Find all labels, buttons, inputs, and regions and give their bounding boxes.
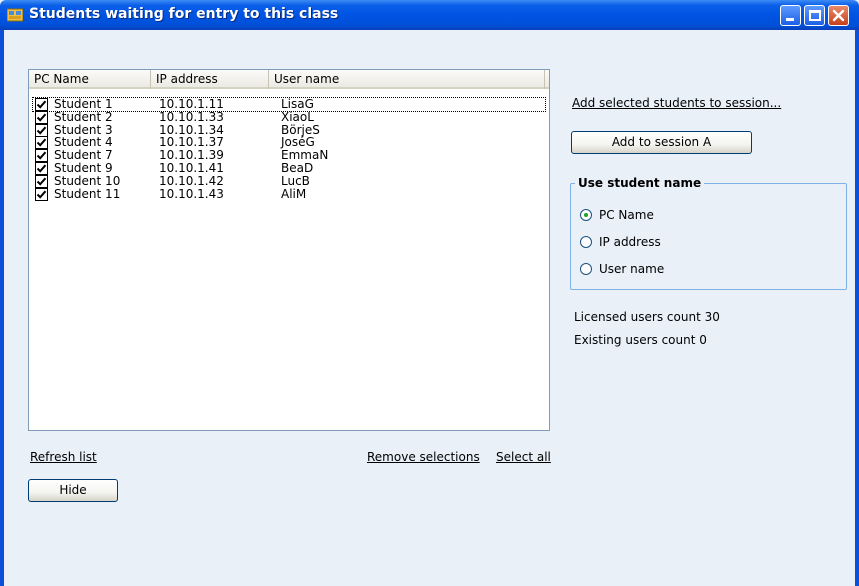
checkmark-icon	[36, 138, 47, 148]
cell-ip-address: 10.10.1.33	[159, 109, 224, 124]
maximize-button[interactable]	[804, 5, 825, 26]
column-header-ip-address[interactable]: IP address	[151, 70, 269, 89]
licensed-users-count: Licensed users count 30	[574, 310, 720, 324]
window-title: Students waiting for entry to this class	[29, 6, 339, 22]
table-row[interactable]: Student 11 10.10.1.43 AliM	[33, 186, 545, 201]
radio-button[interactable]	[580, 263, 592, 275]
row-checkbox[interactable]	[35, 149, 48, 163]
row-checkbox[interactable]	[35, 123, 48, 137]
checkmark-icon	[36, 190, 47, 199]
checkmark-icon	[36, 113, 47, 122]
window-frame-right	[855, 30, 859, 586]
cell-ip-address: 10.10.1.43	[159, 186, 224, 201]
checkmark-icon	[36, 151, 47, 160]
radio-button[interactable]	[580, 236, 592, 248]
radio-label: User name	[599, 262, 665, 276]
checkmark-icon	[36, 100, 47, 109]
add-to-session-button[interactable]: Add to session A	[571, 131, 752, 154]
checkmark-icon	[36, 177, 47, 186]
cell-ip-address: 10.10.1.42	[159, 173, 224, 188]
list-header: PC Name IP address User name	[29, 70, 549, 89]
close-button[interactable]	[828, 5, 849, 26]
minimize-icon	[786, 18, 794, 21]
column-header-pc-name[interactable]: PC Name	[29, 70, 151, 89]
table-row[interactable]: Student 10 10.10.1.42 LucB	[33, 173, 545, 188]
row-checkbox[interactable]	[35, 98, 48, 111]
student-list[interactable]: PC Name IP address User name Student 1 10…	[28, 69, 550, 431]
window-frame-left	[0, 30, 4, 586]
cell-user-name: LucB	[281, 173, 310, 188]
hide-button[interactable]: Hide	[28, 479, 118, 502]
app-icon	[6, 7, 24, 23]
close-icon	[829, 6, 848, 25]
checkmark-icon	[36, 164, 47, 173]
cell-user-name: XiaoL	[281, 109, 314, 124]
row-checkbox[interactable]	[35, 162, 48, 175]
radio-selected-dot	[584, 213, 588, 217]
radio-button[interactable]	[580, 209, 592, 221]
cell-pc-name: Student 2	[54, 109, 113, 124]
checkmark-icon	[36, 126, 47, 135]
remove-selections-link[interactable]: Remove selections	[367, 450, 480, 464]
radio-label: PC Name	[599, 208, 654, 222]
table-row[interactable]: Student 2 10.10.1.33 XiaoL	[33, 109, 545, 124]
row-checkbox[interactable]	[35, 136, 48, 150]
title-bar[interactable]: Students waiting for entry to this class	[0, 0, 859, 30]
maximize-icon	[809, 10, 821, 21]
minimize-button[interactable]	[780, 5, 801, 26]
cell-user-name: AliM	[281, 186, 307, 201]
row-checkbox[interactable]	[35, 187, 48, 201]
refresh-list-link[interactable]: Refresh list	[30, 450, 97, 464]
add-selected-students-link[interactable]: Add selected students to session...	[572, 96, 781, 110]
radio-label: IP address	[599, 235, 661, 249]
row-checkbox[interactable]	[35, 174, 48, 188]
row-checkbox[interactable]	[35, 110, 48, 124]
group-title: Use student name	[575, 176, 705, 190]
select-all-link[interactable]: Select all	[496, 450, 551, 464]
column-header-user-name[interactable]: User name	[269, 70, 545, 89]
cell-pc-name: Student 11	[54, 186, 121, 201]
cell-pc-name: Student 10	[54, 173, 121, 188]
existing-users-count: Existing users count 0	[574, 333, 707, 347]
